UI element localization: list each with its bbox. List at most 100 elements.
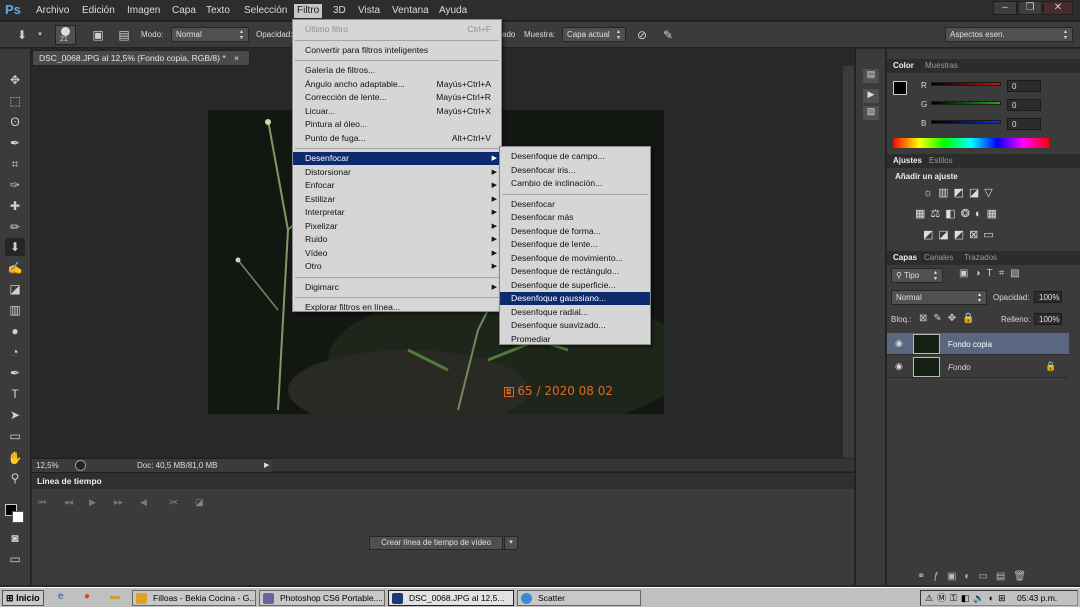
tab-close-icon[interactable]: ×	[234, 53, 239, 63]
filter-menu-item[interactable]: Punto de fuga... Alt+Ctrl+V	[293, 132, 501, 145]
quick-select-tool-icon[interactable]: ✒	[5, 134, 25, 152]
layer-fill-value[interactable]: 100%	[1034, 313, 1062, 325]
menu-texto[interactable]: Texto	[203, 4, 233, 18]
split-icon[interactable]: ✂	[169, 496, 178, 509]
start-button[interactable]: ⊞ Inicio	[2, 590, 44, 606]
filter-menu-item[interactable]: Corrección de lente... Mayús+Ctrl+R	[293, 91, 501, 104]
vertical-scrollbar[interactable]	[843, 66, 854, 458]
brush-panel-icon[interactable]: ▣	[90, 27, 106, 43]
zoom-level[interactable]: 12,5%	[36, 461, 59, 470]
filter-menu-item[interactable]: Explorar filtros en línea...	[293, 301, 501, 314]
filter-menu-item[interactable]: Digimarc ▶	[293, 281, 501, 294]
pressure-icon[interactable]: ✎	[660, 27, 676, 43]
blur-tool-icon[interactable]: ●	[5, 322, 25, 340]
filter-menu-item[interactable]: Distorsionar ▶	[293, 166, 501, 179]
layer-fondo[interactable]: ◉ Fondo 🔒	[887, 356, 1069, 378]
document-tab[interactable]: DSC_0068.JPG al 12,5% (Fondo copia, RGB/…	[32, 50, 250, 66]
ie-icon[interactable]: e	[58, 591, 64, 602]
channel-g-value[interactable]: 0	[1007, 99, 1041, 111]
gradient-tool-icon[interactable]: ▥	[5, 301, 25, 319]
marquee-tool-icon[interactable]: ⬚	[5, 92, 25, 110]
move-tool-icon[interactable]: ✥	[5, 71, 25, 89]
channel-r-value[interactable]: 0	[1007, 80, 1041, 92]
type-tool-icon[interactable]: T	[5, 385, 25, 403]
filter-menu-item[interactable]: Ruido ▶	[293, 233, 501, 246]
timeline-dropdown-icon[interactable]: ▾	[504, 536, 518, 550]
sample-select[interactable]: Capa actual	[562, 27, 626, 42]
blur-submenu-item[interactable]: Desenfocar	[500, 198, 650, 211]
clone-stamp-tool-icon[interactable]: ⬇	[5, 238, 25, 256]
status-icon[interactable]	[75, 460, 86, 471]
step-back-icon[interactable]: ◂◂	[64, 497, 73, 508]
shape-tool-icon[interactable]: ▭	[5, 427, 25, 445]
blur-submenu-item[interactable]: Cambio de inclinación...	[500, 177, 650, 190]
menu-ayuda[interactable]: Ayuda	[436, 4, 470, 18]
filter-menu-item[interactable]: Desenfocar ▶	[293, 152, 501, 165]
color-spectrum[interactable]	[893, 138, 1049, 148]
actions-icon[interactable]: ▶	[863, 89, 879, 103]
layer-opacity-value[interactable]: 100%	[1034, 291, 1062, 303]
path-select-tool-icon[interactable]: ➤	[5, 406, 25, 424]
task-chrome[interactable]: Filloas - Bekia Cocina - G...	[132, 590, 256, 606]
close-button[interactable]: ✕	[1043, 1, 1073, 15]
history-icon[interactable]: ▤	[863, 69, 879, 83]
filter-menu-item[interactable]: Interpretar ▶	[293, 206, 501, 219]
go-first-icon[interactable]: ⏮	[38, 497, 46, 508]
layer-fondo-copia[interactable]: ◉ Fondo copia	[887, 333, 1069, 355]
menu-imagen[interactable]: Imagen	[124, 4, 163, 18]
eraser-tool-icon[interactable]: ◪	[5, 280, 25, 298]
step-forward-icon[interactable]: ▸▸	[114, 497, 123, 508]
create-video-timeline-button[interactable]: Crear línea de tiempo de vídeo	[369, 536, 503, 550]
filter-menu-item[interactable]: Licuar... Mayús+Ctrl+X	[293, 105, 501, 118]
lock-icons[interactable]: ⊠✎✥🔒	[919, 313, 981, 324]
task-photoshop-portable[interactable]: Photoshop CS6 Portable....	[259, 590, 385, 606]
hand-tool-icon[interactable]: ✋	[5, 449, 25, 467]
menu-ventana[interactable]: Ventana	[389, 4, 432, 18]
layer-filter-icons[interactable]: ▣◑T⌗▧	[959, 268, 1026, 279]
folder-icon[interactable]: ▬	[110, 591, 120, 602]
blur-submenu-item[interactable]: Desenfoque suavizado...	[500, 319, 650, 332]
filter-menu-item[interactable]: Pixelizar ▶	[293, 220, 501, 233]
menu-capa[interactable]: Capa	[169, 4, 199, 18]
blur-submenu-item[interactable]: Desenfoque de forma...	[500, 225, 650, 238]
tab-trazados[interactable]: Trazados	[964, 253, 997, 262]
menu-filtro[interactable]: Filtro	[294, 4, 323, 18]
mode-select[interactable]: Normal	[171, 27, 249, 42]
ignore-adjustment-icon[interactable]: ⊘	[634, 27, 650, 43]
filter-menu-item[interactable]: Estilizar ▶	[293, 193, 501, 206]
status-arrow-icon[interactable]: ▶	[264, 461, 269, 469]
eye-icon[interactable]: ◉	[895, 361, 903, 372]
filter-menu-item[interactable]: Convertir para filtros inteligentes	[293, 44, 501, 57]
healing-tool-icon[interactable]: ✚	[5, 197, 25, 215]
menu-vista[interactable]: Vista	[355, 4, 383, 18]
play-icon[interactable]: ▶	[89, 497, 96, 508]
firefox-icon[interactable]: ●	[84, 591, 90, 602]
properties-icon[interactable]: ▧	[863, 106, 879, 120]
crop-tool-icon[interactable]: ⌗	[5, 155, 25, 173]
filter-menu-item[interactable]: Ángulo ancho adaptable... Mayús+Ctrl+A	[293, 78, 501, 91]
menu-archivo[interactable]: Archivo	[33, 4, 72, 18]
blur-submenu-item[interactable]: Desenfoque de rectángulo...	[500, 265, 650, 278]
menu-3d[interactable]: 3D	[330, 4, 349, 18]
menu-edicion[interactable]: Edición	[79, 4, 118, 18]
tray-icons[interactable]: ⚠Ⓜ⚿◧🔊◐⊞	[925, 591, 1010, 605]
blur-submenu-item[interactable]: Desenfoque de superficie...	[500, 279, 650, 292]
task-scatter[interactable]: Scatter	[517, 590, 641, 606]
adjustment-icons-row3[interactable]: ◩◪◩⊠▭	[923, 228, 999, 241]
channel-r-slider[interactable]	[931, 82, 1001, 86]
screen-mode-icon[interactable]: ▭	[5, 550, 25, 568]
dodge-tool-icon[interactable]: ◔	[5, 343, 25, 361]
blur-submenu-item[interactable]: Desenfoque de movimiento...	[500, 252, 650, 265]
blur-submenu-item[interactable]: Desenfoque gaussiano...	[500, 292, 650, 305]
clone-stamp-icon[interactable]: ⬇	[14, 27, 30, 43]
blur-submenu-item[interactable]: Desenfocar iris...	[500, 164, 650, 177]
tab-ajustes[interactable]: Ajustes	[893, 156, 922, 165]
restore-button[interactable]: ❐	[1018, 1, 1042, 15]
blur-submenu-item[interactable]: Desenfocar más	[500, 211, 650, 224]
filter-menu-item[interactable]: Pintura al óleo...	[293, 118, 501, 131]
transition-icon[interactable]: ◪	[195, 497, 204, 508]
brush-preset-picker[interactable]: 21	[55, 25, 76, 45]
lasso-tool-icon[interactable]: ʘ	[5, 113, 25, 131]
channel-b-slider[interactable]	[931, 120, 1001, 124]
blur-submenu-item[interactable]: Desenfoque radial...	[500, 306, 650, 319]
